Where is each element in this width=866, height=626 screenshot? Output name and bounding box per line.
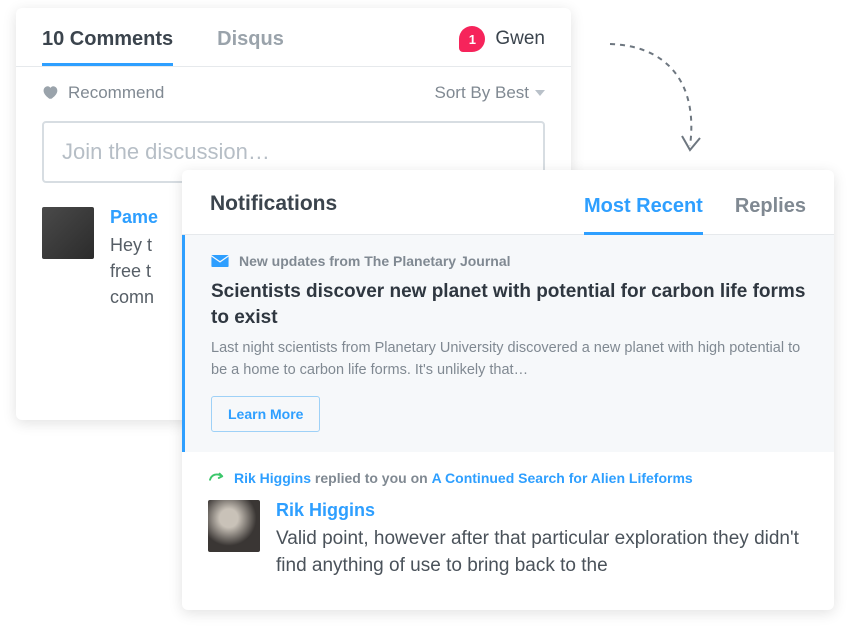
notifications-panel: Notifications Most Recent Replies New up…: [182, 170, 834, 610]
mail-icon: [211, 255, 229, 267]
reply-arrow-icon: [208, 471, 226, 485]
reply-author-link[interactable]: Rik Higgins: [276, 500, 808, 521]
tab-most-recent[interactable]: Most Recent: [584, 195, 703, 234]
notification-badge[interactable]: 1: [459, 26, 485, 52]
recommend-button[interactable]: Recommend: [42, 83, 164, 103]
comments-tabbar: 10 Comments Disqus 1 Gwen: [16, 8, 571, 67]
comments-toolbar: Recommend Sort By Best: [16, 67, 571, 119]
user-name: Gwen: [495, 28, 545, 50]
reply-notification: Rik Higgins replied to you on A Continue…: [182, 452, 834, 580]
avatar: [208, 500, 260, 552]
tab-replies[interactable]: Replies: [735, 195, 806, 234]
heart-icon: [42, 85, 60, 101]
commenter-name[interactable]: Pame: [110, 207, 158, 228]
chevron-down-icon: [535, 90, 545, 96]
tab-comments[interactable]: 10 Comments: [42, 28, 173, 65]
reply-thread-link[interactable]: A Continued Search for Alien Lifeforms: [432, 470, 693, 486]
reply-meta: Rik Higgins replied to you on A Continue…: [208, 470, 808, 486]
comment-text: Hey t free t comn: [110, 232, 158, 310]
learn-more-button[interactable]: Learn More: [211, 396, 320, 432]
reply-row: Rik Higgins Valid point, however after t…: [208, 500, 808, 580]
notifications-header: Notifications Most Recent Replies: [182, 170, 834, 235]
tab-disqus[interactable]: Disqus: [217, 28, 284, 65]
avatar: [42, 207, 94, 259]
user-menu[interactable]: 1 Gwen: [459, 26, 545, 66]
reply-verb: replied to you on: [311, 470, 432, 486]
update-notification: New updates from The Planetary Journal S…: [182, 235, 834, 452]
reply-actor-link[interactable]: Rik Higgins: [234, 470, 311, 486]
reply-text: Valid point, however after that particul…: [276, 525, 808, 580]
sort-dropdown[interactable]: Sort By Best: [435, 83, 545, 103]
update-source: New updates from The Planetary Journal: [211, 253, 808, 269]
update-headline[interactable]: Scientists discover new planet with pote…: [211, 279, 808, 330]
update-source-text: New updates from The Planetary Journal: [239, 253, 511, 269]
sort-label: Sort By Best: [435, 83, 529, 103]
notifications-title: Notifications: [210, 192, 337, 234]
recommend-label: Recommend: [68, 83, 164, 103]
arrow-icon: [600, 36, 720, 166]
update-description: Last night scientists from Planetary Uni…: [211, 338, 808, 382]
